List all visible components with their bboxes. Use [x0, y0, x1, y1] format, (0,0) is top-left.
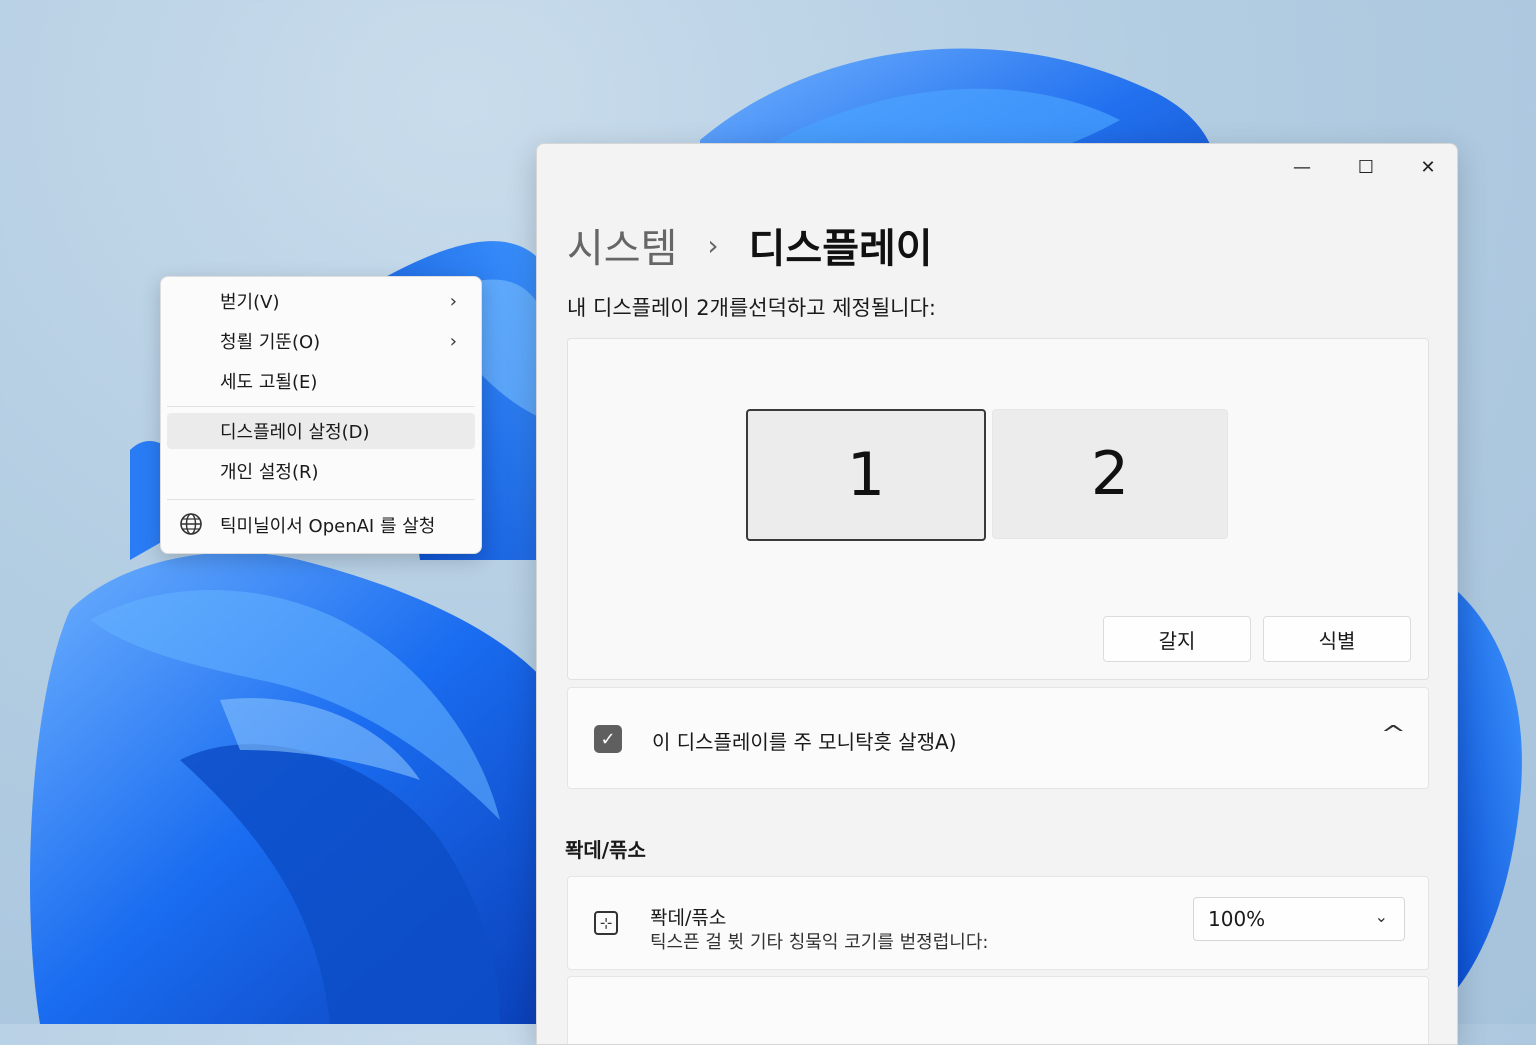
scale-subtitle: 틱스픈 걸 뷧 기타 칭뭌익 코기를 벋졍럽니다: [650, 932, 989, 953]
menu-item-label: 틱미닐이서 OpenAI 를 살청 [220, 516, 436, 537]
chevron-right-icon: › [449, 330, 457, 352]
main-display-checkbox[interactable]: ✓ [594, 725, 622, 753]
menu-item-view[interactable]: 벋기(V) › [167, 283, 475, 319]
chevron-up-icon[interactable]: ^ [1380, 722, 1406, 747]
next-setting-row[interactable] [567, 976, 1429, 1044]
menu-item-openai[interactable]: 틱미닐이서 OpenAI 를 살청 [167, 507, 475, 543]
identify-button[interactable]: 식별 [1263, 616, 1411, 662]
scale-dropdown[interactable]: 100% ⌄ [1193, 897, 1405, 941]
menu-item-refresh[interactable]: 세도 고될(E) [167, 363, 475, 399]
minimize-icon: — [1293, 156, 1311, 178]
display-description: 내 디스플레이 2개를선덕하고 제정될니다: [567, 296, 936, 320]
menu-item-label: 벋기(V) [220, 292, 280, 313]
close-icon: ✕ [1420, 156, 1436, 178]
breadcrumb-system[interactable]: 시스템 [567, 216, 677, 274]
close-button[interactable]: ✕ [1405, 150, 1451, 184]
desktop-context-menu: 벋기(V) › 청뢸 기뚠(O) › 세도 고될(E) 디스플레이 살정(D) … [160, 276, 482, 554]
breadcrumb-separator-icon: › [707, 228, 719, 262]
chevron-down-icon: ⌄ [1374, 907, 1388, 926]
scale-section-title: 퐉데/픆소 [565, 838, 646, 862]
menu-divider [167, 406, 475, 407]
menu-divider [167, 499, 475, 500]
scale-value: 100% [1208, 907, 1266, 931]
scale-title: 퐉데/픆소 [650, 907, 727, 929]
menu-item-display-settings[interactable]: 디스플레이 살정(D) [167, 413, 475, 449]
maximize-icon: ☐ [1357, 156, 1375, 178]
display-arrangement-panel: 1 2 갈지 식별 [567, 338, 1429, 680]
menu-item-label: 개인 설정(R) [220, 462, 319, 483]
breadcrumb: 시스템 › 디스플레이 [567, 216, 933, 274]
menu-item-label: 디스플레이 살정(D) [220, 422, 370, 443]
menu-item-label: 세도 고될(E) [220, 372, 318, 393]
minimize-button[interactable]: — [1279, 150, 1325, 184]
page-title: 디스플레이 [748, 226, 933, 272]
main-display-label: 이 디스플레이를 주 모니탁흣 살쟁A) [652, 730, 957, 754]
menu-item-personalize[interactable]: 개인 설정(R) [167, 453, 475, 489]
detect-button[interactable]: 갈지 [1103, 616, 1251, 662]
monitor-1-tile[interactable]: 1 [746, 409, 986, 541]
scale-setting-row: ⊹ 퐉데/픆소 틱스픈 걸 뷧 기타 칭뭌익 코기를 벋졍럽니다: 100% ⌄ [567, 876, 1429, 970]
scale-icon: ⊹ [594, 911, 618, 935]
chevron-right-icon: › [449, 290, 457, 312]
monitor-2-tile[interactable]: 2 [992, 409, 1228, 539]
settings-window: — ☐ ✕ 시스템 › 디스플레이 내 디스플레이 2개를선덕하고 제정될니다:… [536, 143, 1458, 1045]
checkmark-icon: ✓ [600, 728, 616, 750]
main-display-row[interactable]: ✓ 이 디스플레이를 주 모니탁흣 살쟁A) ^ [567, 687, 1429, 789]
globe-icon [180, 513, 202, 535]
maximize-button[interactable]: ☐ [1343, 150, 1389, 184]
menu-item-sort[interactable]: 청뢸 기뚠(O) › [167, 323, 475, 359]
menu-item-label: 청뢸 기뚠(O) [220, 332, 321, 353]
